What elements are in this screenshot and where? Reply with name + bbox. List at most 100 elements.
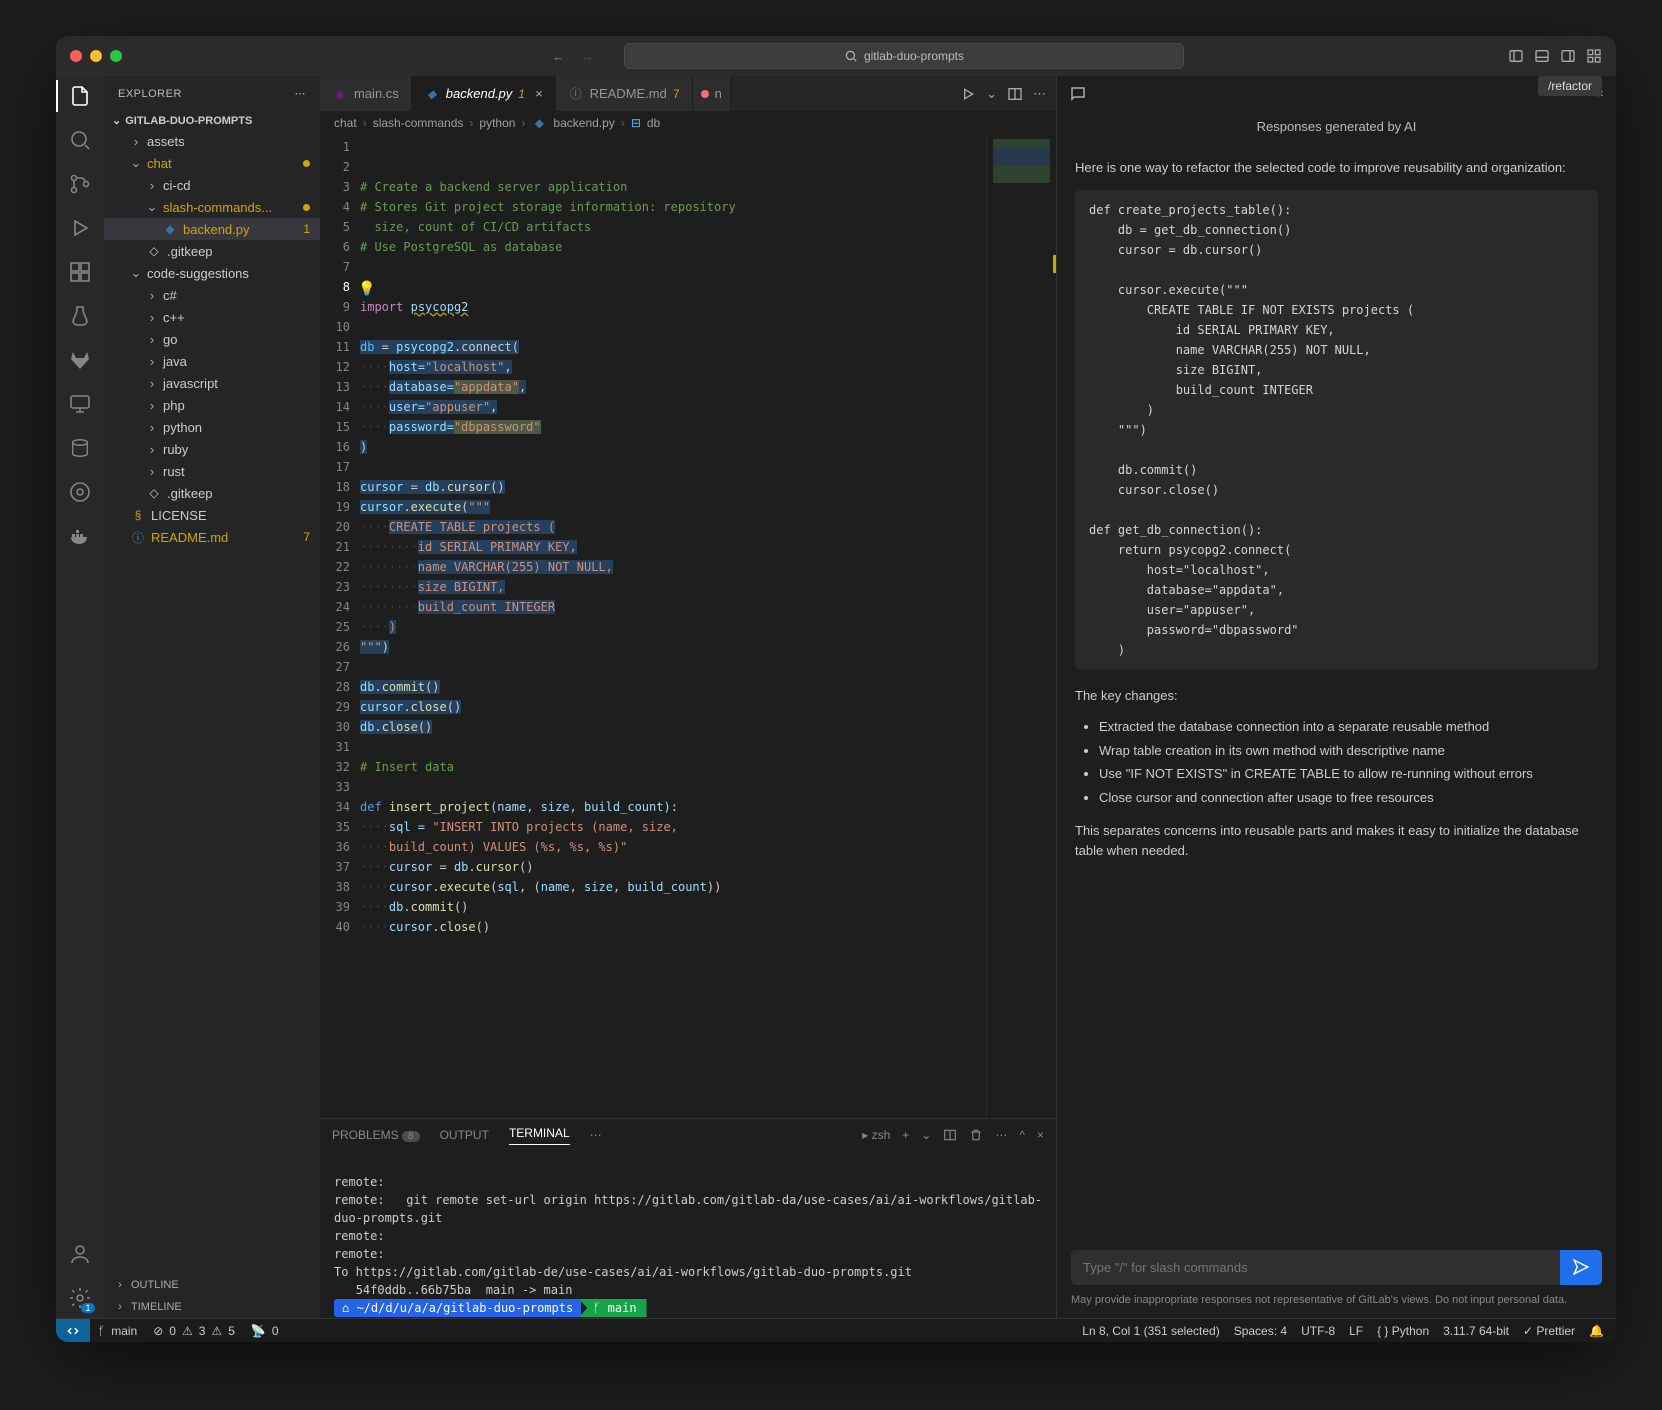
chat-body[interactable]: Here is one way to refactor the selected… — [1057, 138, 1616, 1240]
run-menu-icon[interactable]: ⌄ — [986, 86, 997, 102]
sql-icon[interactable] — [68, 436, 92, 460]
tab-new[interactable]: n — [693, 76, 731, 111]
split-terminal-icon[interactable] — [943, 1128, 957, 1142]
lightbulb-icon[interactable]: 💡 — [360, 279, 375, 299]
accounts-icon[interactable] — [68, 1242, 92, 1266]
code-editor[interactable]: 💡 # Create a backend server application … — [360, 135, 986, 1118]
folder-cicd[interactable]: ›ci-cd — [104, 174, 320, 196]
folder-python[interactable]: ›python — [104, 416, 320, 438]
window-controls — [70, 50, 122, 62]
nav-back-icon[interactable]: ← — [552, 49, 565, 64]
status-spaces[interactable]: Spaces: 4 — [1234, 1324, 1287, 1338]
tab-backend-py[interactable]: ◆backend.py1× — [412, 76, 556, 111]
close-window-button[interactable] — [70, 50, 82, 62]
status-ports[interactable]: 📡 0 — [243, 1324, 287, 1338]
folder-cpp[interactable]: ›c++ — [104, 306, 320, 328]
chat-input[interactable] — [1071, 1250, 1560, 1285]
search-icon — [844, 49, 858, 63]
explorer-icon[interactable] — [68, 84, 92, 108]
activity-bar: 1 — [56, 76, 104, 1318]
docker-icon[interactable] — [68, 524, 92, 548]
sidebar-more-icon[interactable]: ⋯ — [295, 87, 307, 100]
search-activity-icon[interactable] — [68, 128, 92, 152]
settings-gear-icon[interactable]: 1 — [68, 1286, 92, 1310]
terminal-profile[interactable]: ▸ zsh — [862, 1128, 890, 1142]
folder-ruby[interactable]: ›ruby — [104, 438, 320, 460]
layout-sidebar-right-icon[interactable] — [1560, 48, 1576, 64]
tab-readme[interactable]: ⓘREADME.md7 — [556, 76, 693, 111]
folder-go[interactable]: ›go — [104, 328, 320, 350]
folder-javascript[interactable]: ›javascript — [104, 372, 320, 394]
split-editor-icon[interactable] — [1007, 86, 1023, 102]
close-panel-icon[interactable]: × — [1037, 1128, 1044, 1142]
kill-terminal-icon[interactable] — [969, 1128, 983, 1142]
close-tab-icon[interactable]: × — [535, 86, 543, 101]
status-python-version[interactable]: 3.11.7 64-bit — [1443, 1324, 1509, 1338]
folder-chat[interactable]: ⌄chat — [104, 152, 320, 174]
panel-more2-icon[interactable]: ⋯ — [995, 1128, 1007, 1142]
breadcrumb[interactable]: chat› slash-commands› python› ◆backend.p… — [320, 111, 1056, 135]
timeline-section[interactable]: ›TIMELINE — [104, 1296, 320, 1318]
layout-customize-icon[interactable] — [1586, 48, 1602, 64]
folder-assets[interactable]: ›assets — [104, 130, 320, 152]
nav-forward-icon[interactable]: → — [581, 49, 594, 64]
status-bar: ᚶ main ⊘ 0 ⚠ 3 ⚠ 5 📡 0 Ln 8, Col 1 (351 … — [56, 1318, 1616, 1342]
run-icon[interactable] — [960, 86, 976, 102]
layout-sidebar-left-icon[interactable] — [1508, 48, 1524, 64]
file-backend-py[interactable]: ◆backend.py1 — [104, 218, 320, 240]
folder-code-suggestions[interactable]: ⌄code-suggestions — [104, 262, 320, 284]
status-branch[interactable]: ᚶ main — [90, 1324, 145, 1338]
more-actions-icon[interactable]: ⋯ — [1033, 86, 1046, 102]
file-gitkeep[interactable]: ◇.gitkeep — [104, 240, 320, 262]
status-problems[interactable]: ⊘ 0 ⚠ 3 ⚠ 5 — [145, 1324, 243, 1338]
folder-slash-commands[interactable]: ⌄slash-commands... — [104, 196, 320, 218]
ai-chat-icon — [1069, 85, 1087, 103]
bottom-panel: PROBLEMS 8 OUTPUT TERMINAL ⋯ ▸ zsh + ⌄ ⋯… — [320, 1118, 1056, 1318]
status-language[interactable]: { } Python — [1377, 1324, 1429, 1338]
panel-more-icon[interactable]: ⋯ — [590, 1128, 602, 1142]
status-notifications-icon[interactable]: 🔔 — [1589, 1324, 1604, 1338]
folder-csharp[interactable]: ›c# — [104, 284, 320, 306]
panel-problems-tab[interactable]: PROBLEMS 8 — [332, 1128, 420, 1142]
file-license[interactable]: §LICENSE — [104, 504, 320, 526]
command-center[interactable]: gitlab-duo-prompts — [624, 43, 1184, 69]
gitlens-icon[interactable] — [68, 480, 92, 504]
sidebar-title: EXPLORER — [118, 88, 182, 100]
file-readme[interactable]: ⓘREADME.md7 — [104, 526, 320, 548]
chat-send-button[interactable] — [1560, 1250, 1602, 1285]
terminal-dropdown-icon[interactable]: ⌄ — [921, 1128, 931, 1142]
testing-icon[interactable] — [68, 304, 92, 328]
minimize-window-button[interactable] — [90, 50, 102, 62]
source-control-icon[interactable] — [68, 172, 92, 196]
tab-main-cs[interactable]: ◉main.cs — [320, 76, 412, 111]
chat-disclaimer: May provide inappropriate responses not … — [1071, 1293, 1602, 1308]
folder-php[interactable]: ›php — [104, 394, 320, 416]
remote-indicator[interactable] — [56, 1319, 90, 1342]
panel-output-tab[interactable]: OUTPUT — [440, 1128, 489, 1142]
new-terminal-icon[interactable]: + — [902, 1128, 909, 1142]
maximize-window-button[interactable] — [110, 50, 122, 62]
project-section[interactable]: ⌄GITLAB-DUO-PROMPTS — [104, 111, 320, 130]
status-encoding[interactable]: UTF-8 — [1301, 1324, 1335, 1338]
gutter: 12 34567 891011121314 1516171819202122 2… — [320, 135, 360, 1118]
extensions-icon[interactable] — [68, 260, 92, 284]
remote-explorer-icon[interactable] — [68, 392, 92, 416]
gitlab-icon[interactable] — [68, 348, 92, 372]
status-prettier[interactable]: ✓ Prettier — [1523, 1324, 1575, 1338]
status-eol[interactable]: LF — [1349, 1324, 1363, 1338]
file-gitkeep2[interactable]: ◇.gitkeep — [104, 482, 320, 504]
outline-section[interactable]: ›OUTLINE — [104, 1274, 320, 1296]
layout-panel-icon[interactable] — [1534, 48, 1550, 64]
titlebar: ← → gitlab-duo-prompts — [56, 36, 1616, 76]
minimap[interactable] — [986, 135, 1056, 1118]
terminal-output[interactable]: remote: remote: git remote set-url origi… — [320, 1151, 1056, 1318]
maximize-panel-icon[interactable]: ^ — [1019, 1128, 1025, 1142]
folder-java[interactable]: ›java — [104, 350, 320, 372]
run-debug-icon[interactable] — [68, 216, 92, 240]
command-center-text: gitlab-duo-prompts — [864, 49, 964, 63]
folder-rust[interactable]: ›rust — [104, 460, 320, 482]
panel-terminal-tab[interactable]: TERMINAL — [509, 1126, 570, 1145]
status-cursor[interactable]: Ln 8, Col 1 (351 selected) — [1082, 1324, 1219, 1338]
editor-tabs: ◉main.cs ◆backend.py1× ⓘREADME.md7 n ⌄ ⋯ — [320, 76, 1056, 111]
send-icon — [1572, 1258, 1590, 1276]
